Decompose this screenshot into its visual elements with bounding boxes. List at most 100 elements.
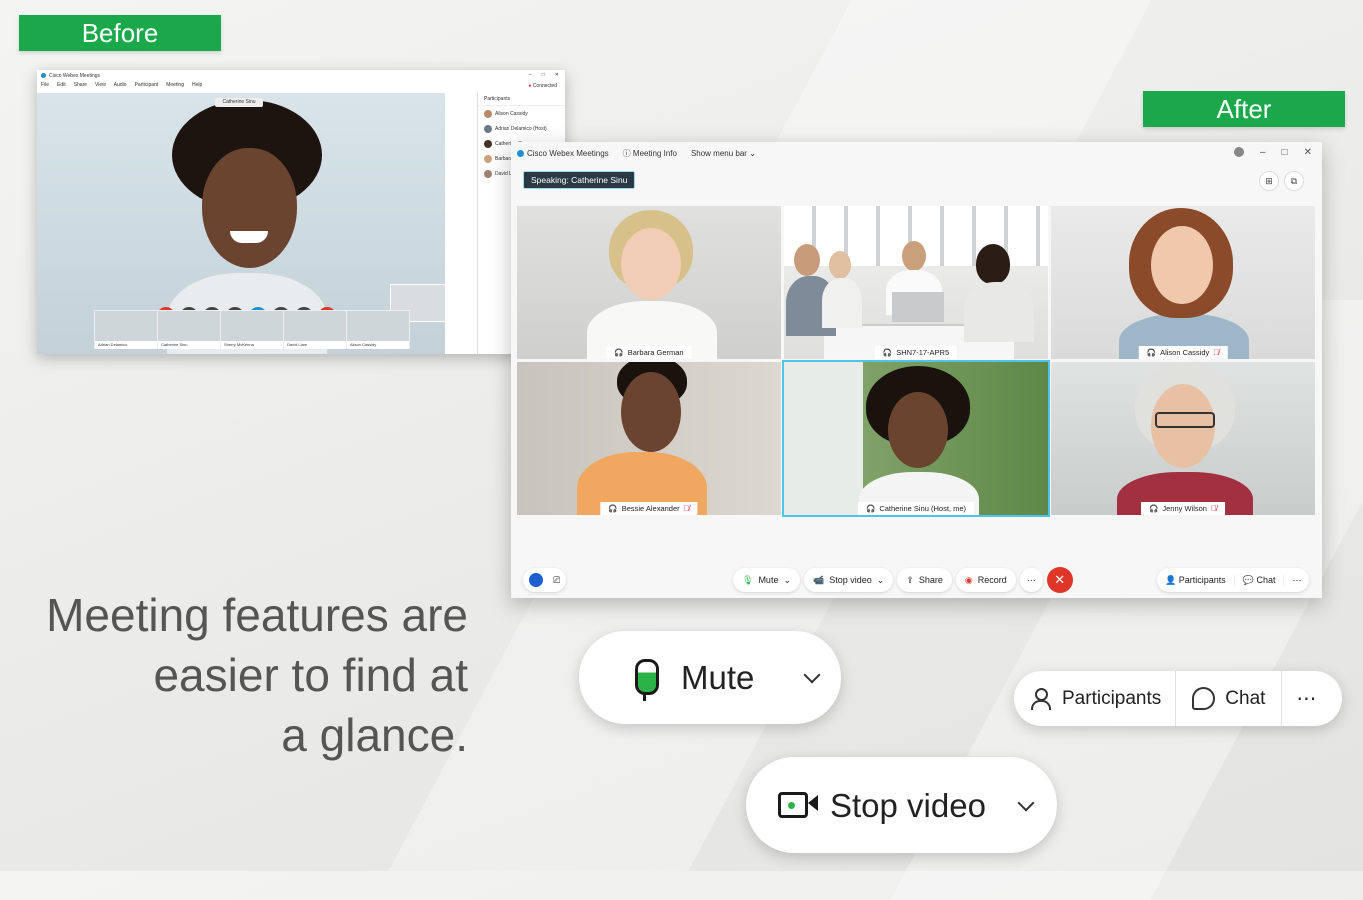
zoomed-participants-button[interactable]: Participants [1014,671,1177,726]
headline-line: Meeting features are [46,589,468,641]
webex-logo-icon [517,150,524,157]
pop-out-icon[interactable]: ⧉ [1284,171,1304,191]
video-tile[interactable]: 🎧 Bessie Alexander 🎙̸ [517,362,781,515]
person-face [902,241,926,271]
chevron-down-icon[interactable] [803,666,821,684]
audio-icon: 🎧 [608,504,618,513]
thumbnail[interactable]: David Liam [283,310,347,349]
zoomed-right-controls: Participants Chat ⋯ [1014,671,1342,726]
menu-share[interactable]: Share [74,82,87,88]
more-options-button[interactable]: ⋯ [1019,568,1043,592]
connection-status: ● Connected [528,83,557,89]
video-live-dot [788,802,795,809]
zoomed-mute-button[interactable]: Mute [579,631,841,724]
close-icon[interactable]: ✕ [1304,147,1312,158]
headline-line: a glance. [281,709,468,761]
person-body [822,278,862,328]
stop-video-button[interactable]: 📹 Stop video ⌄ [804,568,894,592]
webex-logo-icon [41,73,46,78]
menu-participant[interactable]: Participant [135,82,159,88]
show-menu-bar-button[interactable]: Show menu bar ⌄ [691,149,756,158]
muted-icon: 🎙̸ [1213,348,1220,357]
more-options-button[interactable]: ⋯ [1283,574,1309,586]
microphone-icon: 🎙 [742,574,754,585]
tile-label: 🎧 Alison Cassidy 🎙̸ [1138,346,1228,359]
meeting-info-button[interactable]: ⓘ Meeting Info [623,148,677,159]
thumbnail[interactable]: Sherry McKenna [220,310,284,349]
tile-label: 🎧 SHN7-17-APR5 [874,346,958,359]
video-camera-lens-icon [808,795,818,811]
video-tile-active[interactable]: 🎧 Catherine Sinu (Host, me) [782,360,1050,517]
share-button[interactable]: ⇪ Share [897,568,952,592]
zoomed-stop-video-button[interactable]: Stop video [746,757,1057,853]
minimize-icon[interactable]: – [529,72,532,78]
before-app-title: Cisco Webex Meetings [49,72,101,79]
thumbnail[interactable]: Adrian Delamico [94,310,158,349]
video-tile[interactable]: 🎧 SHN7-17-APR5 [784,206,1048,359]
end-call-button[interactable]: ✕ [1046,567,1073,593]
thumbnail[interactable]: Catherine Sinu [157,310,221,349]
menu-help[interactable]: Help [192,82,202,88]
avatar [484,169,492,178]
menu-edit[interactable]: Edit [57,82,66,88]
app-title-group: Cisco Webex Meetings [517,149,609,158]
chevron-down-icon[interactable] [1017,794,1035,812]
menu-view[interactable]: View [95,82,106,88]
microphone-icon [635,659,659,695]
tile-label: 🎧 Jenny Wilson 🎙̸ [1141,502,1225,515]
person-face [621,228,681,300]
menu-file[interactable]: File [41,82,49,88]
after-app-title: Cisco Webex Meetings [527,149,609,158]
tile-label: 🎧 Catherine Sinu (Host, me) [857,502,975,515]
grid-layout-icon[interactable]: ⊞ [1259,171,1279,191]
after-window: Cisco Webex Meetings ⓘ Meeting Info Show… [511,142,1322,598]
tile-label: 🎧 Bessie Alexander 🎙̸ [600,502,698,515]
participants-button[interactable]: 👤 Participants [1157,575,1234,586]
person-face [888,392,948,468]
before-window-controls: – □ ✕ [529,72,559,78]
participants-icon [1030,687,1052,710]
video-tile[interactable]: 🎧 Barbara German [517,206,781,359]
menu-meeting[interactable]: Meeting [166,82,184,88]
maximize-icon[interactable]: □ [1282,147,1288,158]
participants-panel-header: Participants [478,93,565,106]
minimize-icon[interactable]: – [1260,147,1266,158]
chevron-down-icon: ⌄ [876,574,885,585]
webex-assistant-icon[interactable] [529,573,543,587]
chat-button[interactable]: 💬 Chat [1233,574,1284,586]
person-hair [976,244,1010,284]
zoomed-chat-button[interactable]: Chat [1176,671,1283,726]
audio-icon: 🎧 [1146,348,1157,357]
mute-button[interactable]: 🎙 Mute ⌄ [733,568,800,592]
person-body [964,282,1034,342]
share-icon: ⇪ [906,574,914,585]
speaking-indicator: Speaking: Catherine Sinu [523,171,636,189]
zoomed-more-button[interactable]: ⋯ [1282,686,1330,711]
menu-audio[interactable]: Audio [114,82,127,88]
thumbnail[interactable]: Alison Cassidy [346,310,410,349]
participant-row[interactable]: Alison Cassidy [478,106,565,121]
after-topbar: Cisco Webex Meetings ⓘ Meeting Info Show… [511,142,1322,165]
person-face [794,244,820,276]
captions-icon[interactable]: ⎚ [553,575,560,586]
before-menubar: File Edit Share View Audio Participant M… [37,81,565,89]
connection-icon [1234,147,1244,157]
person-face [829,251,851,279]
headline: Meeting features are easier to find at a… [0,585,468,765]
speaker-smile [230,231,268,243]
audio-icon: 🎧 [882,348,893,357]
right-controls: 👤 Participants 💬 Chat ⋯ [1157,568,1310,592]
laptop [892,292,944,322]
close-icon[interactable]: ✕ [555,72,559,78]
assistant-group: ⎚ [523,568,567,592]
muted-icon: 🎙̸ [1210,504,1217,513]
record-button[interactable]: ◉ Record [955,568,1016,592]
maximize-icon[interactable]: □ [542,72,545,78]
video-tile[interactable]: 🎧 Alison Cassidy 🎙̸ [1051,206,1315,359]
participant-row[interactable]: Adrian Delamico (Host) [478,121,565,136]
person-face [621,372,681,452]
person-face [1151,226,1213,304]
audio-icon: 🎧 [865,504,876,513]
video-tile[interactable]: 🎧 Jenny Wilson 🎙̸ [1051,362,1315,515]
chevron-down-icon: ⌄ [783,574,791,585]
